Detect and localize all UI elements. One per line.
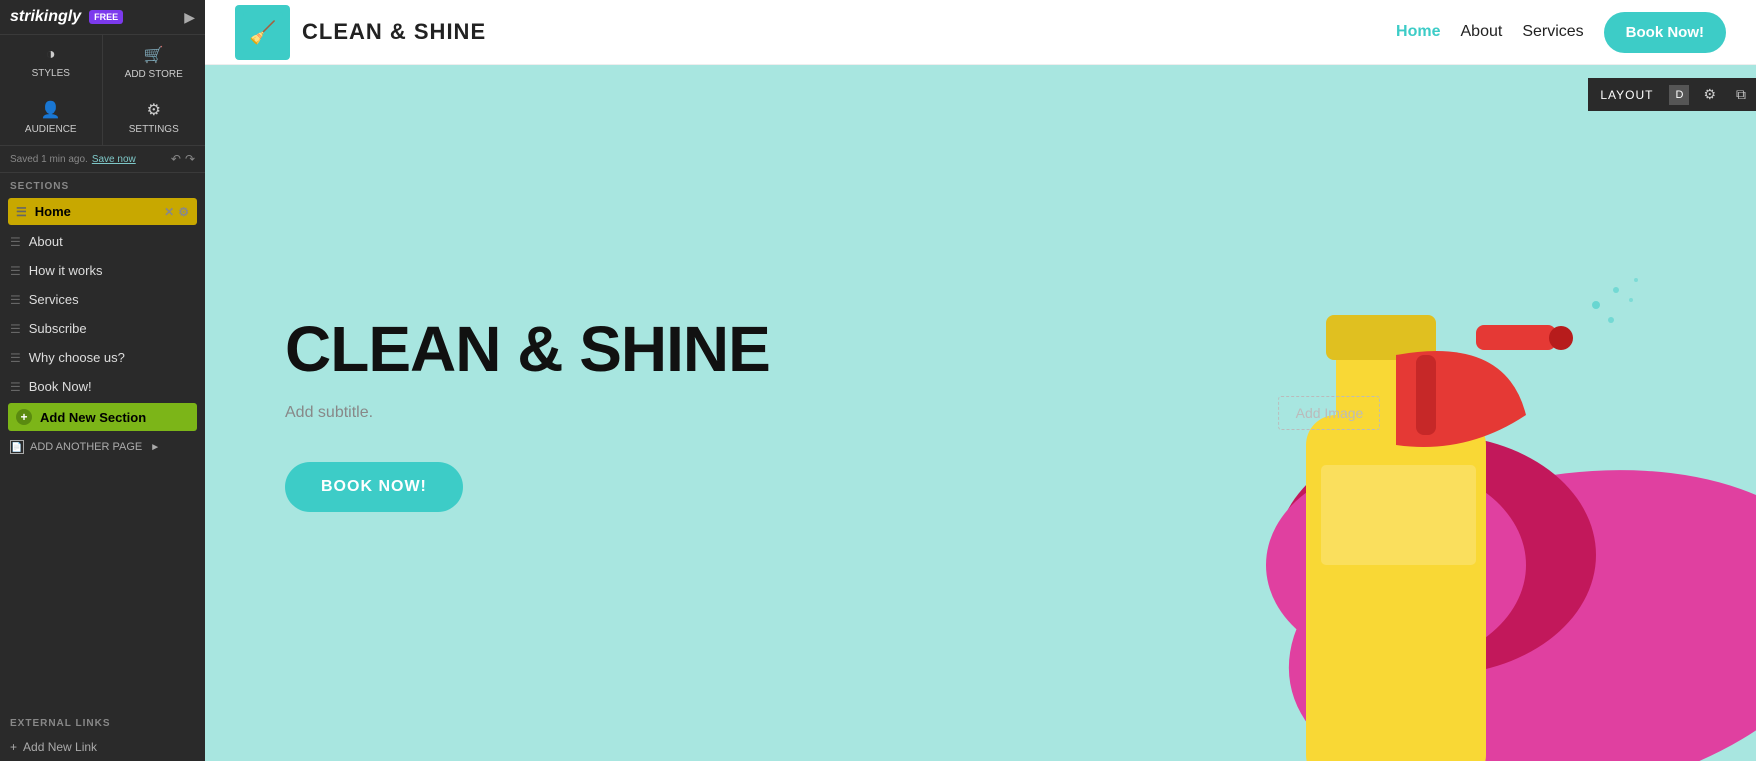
logo-svg: 🧹	[243, 12, 283, 52]
add-new-section-button[interactable]: + Add New Section	[8, 403, 197, 431]
hero-content: CLEAN & SHINE Add subtitle. BOOK NOW!	[205, 254, 850, 572]
drag-handle-about: ☰	[10, 235, 21, 249]
add-store-label: ADD STORE	[125, 69, 183, 80]
nav-item-about-label: About	[29, 234, 63, 249]
audience-label: AUDIENCE	[25, 124, 77, 135]
free-badge: FREE	[89, 10, 123, 24]
drag-handle-home: ☰	[16, 205, 27, 219]
nav-item-how-it-works[interactable]: ☰ How it works	[0, 256, 205, 285]
website-title: CLEAN & SHINE	[302, 19, 486, 45]
drag-handle-why-choose: ☰	[10, 351, 21, 365]
layout-label: LAYOUT	[1588, 80, 1665, 110]
hero-section: CLEAN & SHINE Add subtitle. BOOK NOW! Ad…	[205, 65, 1756, 761]
styles-icon: ◑	[46, 46, 56, 64]
add-new-link-button[interactable]: + Add New Link	[0, 733, 205, 761]
nav-item-home-label: Home	[35, 204, 71, 219]
sidebar-toolbar: ◑ STYLES 🛒 ADD STORE 👤 AUDIENCE ⚙ SETTIN…	[0, 35, 205, 146]
layout-bar: LAYOUT D ⚙ ⧉	[1588, 78, 1756, 111]
logo-icon: 🧹	[235, 5, 290, 60]
nav-item-book-now-label: Book Now!	[29, 379, 92, 394]
layout-gear-icon[interactable]: ⚙	[1693, 78, 1726, 111]
add-store-button[interactable]: 🛒 ADD STORE	[103, 35, 206, 90]
website-nav-links: Home About Services Book Now!	[1396, 12, 1726, 53]
nav-item-about[interactable]: ☰ About	[0, 227, 205, 256]
save-info: Saved 1 min ago. Save now ↶ ↷	[0, 146, 205, 173]
nav-item-how-it-works-label: How it works	[29, 263, 103, 278]
sections-label: SECTIONS	[0, 173, 205, 196]
add-image-placeholder[interactable]: Add Image	[1279, 396, 1381, 430]
add-another-page-button[interactable]: 📄 ADD ANOTHER PAGE ►	[0, 433, 205, 461]
nav-item-why-choose[interactable]: ☰ Why choose us?	[0, 343, 205, 372]
redo-icon[interactable]: ↷	[185, 152, 195, 166]
website-logo: 🧹 CLEAN & SHINE	[235, 5, 486, 60]
drag-handle-services: ☰	[10, 293, 21, 307]
nav-link-services[interactable]: Services	[1522, 23, 1583, 41]
page-icon: 📄	[10, 440, 24, 454]
svg-text:🧹: 🧹	[249, 20, 276, 45]
hero-cta-button[interactable]: BOOK NOW!	[285, 462, 463, 512]
settings-icon: ⚙	[147, 100, 161, 120]
settings-label: SETTINGS	[129, 124, 179, 135]
nav-item-home-gear[interactable]: ⚙	[178, 205, 189, 219]
add-section-plus-icon: +	[16, 409, 32, 425]
collapse-sidebar-icon[interactable]: ▶	[184, 9, 195, 26]
styles-label: STYLES	[32, 68, 70, 79]
nav-item-why-choose-label: Why choose us?	[29, 350, 125, 365]
hero-title[interactable]: CLEAN & SHINE	[285, 314, 770, 384]
layout-expand-icon[interactable]: ⧉	[1726, 78, 1756, 111]
save-now-link[interactable]: Save now	[92, 154, 136, 165]
nav-item-home-close[interactable]: ✕	[164, 205, 174, 219]
saved-text: Saved 1 min ago.	[10, 154, 88, 165]
sidebar: strikingly FREE ▶ ◑ STYLES 🛒 ADD STORE 👤…	[0, 0, 205, 761]
add-new-link-label: Add New Link	[23, 740, 97, 754]
nav-item-home[interactable]: ☰ Home ✕ ⚙	[8, 198, 197, 225]
nav-item-subscribe-label: Subscribe	[29, 321, 87, 336]
nav-item-subscribe[interactable]: ☰ Subscribe	[0, 314, 205, 343]
sidebar-header: strikingly FREE ▶	[0, 0, 205, 35]
audience-icon: 👤	[41, 100, 61, 120]
settings-button[interactable]: ⚙ SETTINGS	[103, 90, 206, 145]
hero-subtitle[interactable]: Add subtitle.	[285, 404, 770, 422]
drag-handle-book-now: ☰	[10, 380, 21, 394]
nav-item-home-actions: ✕ ⚙	[164, 205, 189, 219]
drag-handle-subscribe: ☰	[10, 322, 21, 336]
main-preview: 🧹 CLEAN & SHINE Home About Services Book…	[205, 0, 1756, 761]
add-section-label: Add New Section	[40, 410, 146, 425]
hero-image-area[interactable]: Add Image	[903, 65, 1756, 761]
store-icon: 🛒	[144, 45, 164, 65]
drag-handle-how-it-works: ☰	[10, 264, 21, 278]
website-navbar: 🧹 CLEAN & SHINE Home About Services Book…	[205, 0, 1756, 65]
sections-nav: ☰ Home ✕ ⚙ ☰ About ☰ How it works ☰ Serv…	[0, 196, 205, 710]
nav-item-services[interactable]: ☰ Services	[0, 285, 205, 314]
add-another-page-label: ADD ANOTHER PAGE	[30, 441, 142, 453]
spray-bottle-illustration	[1086, 65, 1756, 761]
audience-button[interactable]: 👤 AUDIENCE	[0, 90, 103, 145]
nav-item-book-now[interactable]: ☰ Book Now!	[0, 372, 205, 401]
layout-d-badge[interactable]: D	[1669, 85, 1689, 105]
brand-name: strikingly	[10, 8, 81, 26]
add-link-plus-icon: +	[10, 740, 17, 754]
chevron-right-icon: ►	[150, 442, 160, 453]
nav-link-about[interactable]: About	[1461, 23, 1503, 41]
book-now-nav-button[interactable]: Book Now!	[1604, 12, 1726, 53]
styles-button[interactable]: ◑ STYLES	[0, 35, 103, 90]
external-links-label: EXTERNAL LINKS	[0, 710, 205, 733]
undo-icon[interactable]: ↶	[171, 152, 181, 166]
nav-link-home[interactable]: Home	[1396, 23, 1440, 41]
nav-item-services-label: Services	[29, 292, 79, 307]
